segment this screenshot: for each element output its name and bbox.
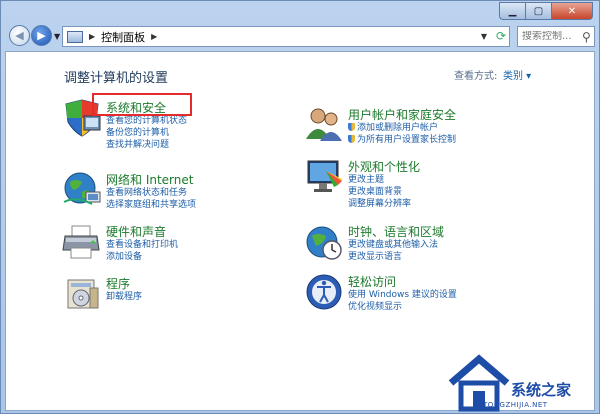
globe-network-icon xyxy=(63,172,101,205)
link-parental-controls[interactable]: 为所有用户设置家长控制 xyxy=(348,134,456,146)
address-dropdown-icon[interactable]: ▼ xyxy=(481,32,487,41)
close-button[interactable]: ✕ xyxy=(551,2,593,20)
link-change-theme[interactable]: 更改主题 xyxy=(348,174,411,186)
link-screen-resolution[interactable]: 调整屏幕分辨率 xyxy=(348,198,411,210)
category-title-network-internet[interactable]: 网络和 Internet xyxy=(106,171,193,188)
back-button[interactable]: ◀ xyxy=(9,25,30,46)
link-troubleshoot[interactable]: 查找并解决问题 xyxy=(106,139,187,151)
control-panel-window: ▁ ▢ ✕ ◀ ▶ ▼ ▶ 控制面板 ▶ ▼ ⟳ ⚲ 调整计算机的设置 查看方式… xyxy=(0,0,600,414)
control-panel-icon xyxy=(67,30,83,43)
category-links: 查看设备和打印机 添加设备 xyxy=(106,239,178,263)
category-title-ease-of-access[interactable]: 轻松访问 xyxy=(348,273,396,290)
watermark-subtext: TONGZHIJIA.NET xyxy=(483,401,548,409)
category-links: 更改主题 更改桌面背景 调整屏幕分辨率 xyxy=(348,174,411,210)
category-links: 使用 Windows 建议的设置 优化视频显示 xyxy=(348,289,457,313)
watermark-text: 系统之家 xyxy=(511,381,572,399)
category-links: 查看您的计算机状态 备份您的计算机 查找并解决问题 xyxy=(106,115,187,151)
link-change-display-language[interactable]: 更改显示语言 xyxy=(348,251,438,263)
view-by-dropdown[interactable]: 类别 ▾ xyxy=(503,67,531,82)
category-title-user-accounts[interactable]: 用户帐户和家庭安全 xyxy=(348,106,456,123)
category-title-clock-language[interactable]: 时钟、语言和区域 xyxy=(348,223,444,240)
link-uninstall-program[interactable]: 卸载程序 xyxy=(106,291,142,303)
category-links: 查看网络状态和任务 选择家庭组和共享选项 xyxy=(106,187,196,211)
breadcrumb-separator-icon[interactable]: ▶ xyxy=(151,32,157,41)
link-devices-printers[interactable]: 查看设备和打印机 xyxy=(106,239,178,251)
category-title-programs[interactable]: 程序 xyxy=(106,275,130,292)
ease-of-access-icon xyxy=(306,274,342,310)
link-add-device[interactable]: 添加设备 xyxy=(106,251,178,263)
link-optimize-visual-display[interactable]: 优化视频显示 xyxy=(348,301,457,313)
category-links: 卸载程序 xyxy=(106,291,142,303)
category-links: 添加或删除用户帐户 为所有用户设置家长控制 xyxy=(348,122,456,146)
globe-clock-icon xyxy=(306,226,342,260)
caption-buttons: ▁ ▢ ✕ xyxy=(499,2,593,20)
view-by-label: 查看方式: xyxy=(454,71,498,82)
link-homegroup-sharing[interactable]: 选择家庭组和共享选项 xyxy=(106,199,196,211)
refresh-icon[interactable]: ⟳ xyxy=(496,29,506,43)
link-add-remove-accounts[interactable]: 添加或删除用户帐户 xyxy=(348,122,456,134)
search-icon[interactable]: ⚲ xyxy=(582,30,591,44)
search-box[interactable]: ⚲ xyxy=(517,26,595,47)
category-title-hardware-sound[interactable]: 硬件和声音 xyxy=(106,223,166,240)
arrow-left-icon: ◀ xyxy=(15,29,24,42)
maximize-button[interactable]: ▢ xyxy=(525,2,551,20)
link-change-wallpaper[interactable]: 更改桌面背景 xyxy=(348,186,411,198)
users-icon xyxy=(306,108,342,141)
programs-icon xyxy=(67,279,99,309)
page-title: 调整计算机的设置 xyxy=(64,71,169,86)
link-view-computer-status[interactable]: 查看您的计算机状态 xyxy=(106,115,187,127)
link-network-status[interactable]: 查看网络状态和任务 xyxy=(106,187,196,199)
minimize-button[interactable]: ▁ xyxy=(499,2,525,20)
monitor-palette-icon xyxy=(307,160,342,192)
category-title-appearance[interactable]: 外观和个性化 xyxy=(348,158,420,175)
address-bar[interactable]: ▶ 控制面板 ▶ ▼ ⟳ xyxy=(62,26,510,47)
recent-pages-dropdown[interactable]: ▼ xyxy=(54,32,60,41)
category-links: 更改键盘或其他输入法 更改显示语言 xyxy=(348,239,438,263)
highlight-box xyxy=(92,93,192,116)
forward-button[interactable]: ▶ xyxy=(31,25,52,46)
link-windows-recommended-settings[interactable]: 使用 Windows 建议的设置 xyxy=(348,289,457,301)
breadcrumb-control-panel[interactable]: 控制面板 xyxy=(101,29,145,45)
link-backup-computer[interactable]: 备份您的计算机 xyxy=(106,127,187,139)
arrow-right-icon: ▶ xyxy=(37,29,46,42)
breadcrumb-separator-icon[interactable]: ▶ xyxy=(89,32,95,41)
link-change-keyboard[interactable]: 更改键盘或其他输入法 xyxy=(348,239,438,251)
printer-icon xyxy=(62,225,100,259)
search-input[interactable] xyxy=(522,31,582,42)
navigation-bar: ◀ ▶ ▼ ▶ 控制面板 ▶ ▼ ⟳ ⚲ xyxy=(1,23,599,49)
